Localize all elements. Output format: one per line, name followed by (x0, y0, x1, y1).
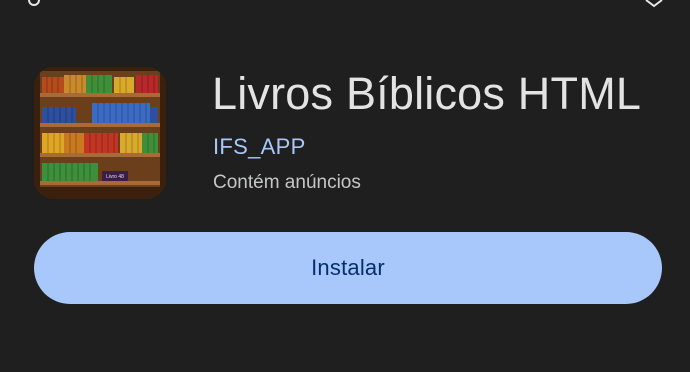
developer-link[interactable]: IFS_APP (213, 133, 306, 161)
app-icon[interactable]: Livro 48 (34, 67, 166, 199)
install-button[interactable]: Instalar (34, 232, 662, 304)
status-right-icon (644, 0, 664, 8)
ads-notice: Contém anúncios (213, 172, 361, 193)
icon-badge-text: Livro 48 (106, 174, 124, 180)
status-bar (0, 0, 690, 14)
app-details-screen: Livro 48 Livros Bíblicos HTML IFS_APP Co… (0, 0, 690, 372)
bookshelf-icon: Livro 48 (34, 67, 166, 199)
status-left-icon (26, 0, 42, 8)
app-title: Livros Bíblicos HTML (212, 68, 642, 119)
install-button-label: Instalar (311, 255, 385, 280)
